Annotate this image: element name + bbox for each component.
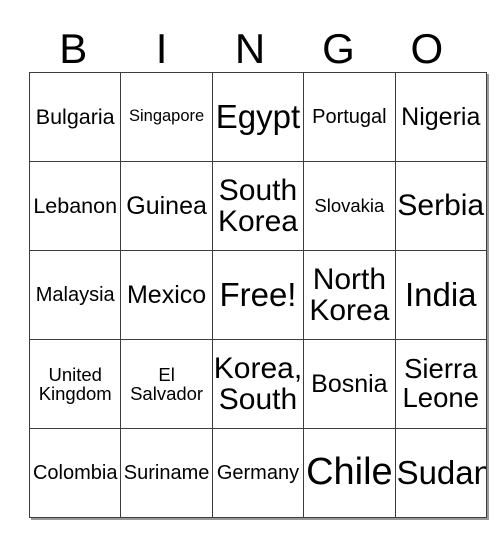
bingo-cell-label: Sierra Leone: [402, 353, 479, 413]
bingo-cell-label: Mexico: [126, 281, 207, 309]
bingo-cell-label: Slovakia: [314, 195, 385, 217]
bingo-cell[interactable]: South Korea: [211, 161, 305, 251]
bingo-cell[interactable]: Nigeria: [394, 72, 487, 162]
bingo-cell-free[interactable]: Free!: [211, 250, 305, 340]
bingo-cell-label: Bosnia: [311, 370, 388, 398]
bingo-row: United Kingdom El Salvador Korea, South …: [28, 339, 487, 429]
bingo-cell[interactable]: Lebanon: [28, 161, 122, 251]
bingo-cell-label: Lebanon: [33, 193, 118, 218]
bingo-cell-label: North Korea: [309, 262, 390, 327]
bingo-cell[interactable]: Germany: [211, 428, 305, 518]
bingo-cell[interactable]: Chile: [303, 428, 396, 518]
bingo-cell[interactable]: Colombia: [28, 428, 122, 518]
bingo-cell[interactable]: Malaysia: [28, 250, 122, 340]
bingo-header-letter-g: G: [322, 25, 355, 72]
bingo-cell-label: Free!: [219, 275, 297, 313]
bingo-header-letter-i: I: [155, 25, 168, 72]
bingo-cell-label: Colombia: [32, 461, 118, 484]
bingo-cell[interactable]: Slovakia: [303, 161, 396, 251]
bingo-cell[interactable]: El Salvador: [120, 339, 213, 429]
bingo-cell-label: Guinea: [126, 192, 207, 220]
bingo-cell[interactable]: Singapore: [120, 72, 213, 162]
bingo-cell[interactable]: India: [394, 250, 487, 340]
bingo-cell[interactable]: North Korea: [303, 250, 396, 340]
bingo-row: Colombia Suriname Germany Chile Sudan: [28, 428, 487, 518]
bingo-cell-label: Nigeria: [401, 103, 481, 131]
bingo-cell-label: Egypt: [215, 97, 301, 135]
bingo-row: Bulgaria Singapore Egypt Portugal Nigeri…: [28, 72, 487, 162]
bingo-cell-label: Bulgaria: [35, 104, 115, 129]
bingo-cell-label: India: [404, 275, 477, 313]
bingo-grid: Bulgaria Singapore Egypt Portugal Nigeri…: [28, 72, 487, 518]
bingo-cell-label: Germany: [216, 461, 300, 484]
bingo-cell[interactable]: Suriname: [120, 428, 213, 518]
bingo-header-row: B I N G O: [29, 22, 471, 72]
bingo-cell[interactable]: Mexico: [120, 250, 213, 340]
bingo-cell-label: Serbia: [397, 189, 485, 223]
bingo-cell-label: South Korea: [217, 173, 298, 238]
bingo-cell-label: Chile: [306, 451, 393, 494]
bingo-cell[interactable]: Guinea: [120, 161, 213, 251]
bingo-cell[interactable]: Portugal: [303, 72, 396, 162]
bingo-cell[interactable]: Egypt: [211, 72, 305, 162]
bingo-cell-label: Malaysia: [35, 283, 115, 306]
bingo-header-letter-b: B: [59, 25, 88, 72]
bingo-header-letter-n: N: [234, 25, 266, 72]
bingo-row: Lebanon Guinea South Korea Slovakia Serb…: [28, 161, 487, 251]
bingo-cell[interactable]: Serbia: [394, 161, 487, 251]
bingo-cell[interactable]: Korea, South: [211, 339, 305, 429]
bingo-row: Malaysia Mexico Free! North Korea India: [28, 250, 487, 340]
bingo-cell[interactable]: Bosnia: [303, 339, 396, 429]
bingo-cell-label: Sudan: [396, 453, 487, 491]
bingo-cell-label: Korea, South: [213, 351, 303, 416]
bingo-header-letter-o: O: [410, 25, 444, 72]
bingo-cell-label: Singapore: [128, 107, 205, 126]
bingo-cell-label: United Kingdom: [38, 363, 112, 404]
bingo-cell-label: Portugal: [312, 105, 387, 128]
bingo-card: B I N G O Bulgaria Singapore Egypt Portu…: [28, 22, 487, 518]
bingo-cell[interactable]: United Kingdom: [28, 339, 122, 429]
bingo-cell[interactable]: Sudan: [394, 428, 487, 518]
bingo-cell-label: Suriname: [123, 461, 210, 484]
bingo-cell-label: El Salvador: [130, 363, 204, 404]
bingo-cell[interactable]: Sierra Leone: [394, 339, 487, 429]
bingo-cell[interactable]: Bulgaria: [28, 72, 122, 162]
